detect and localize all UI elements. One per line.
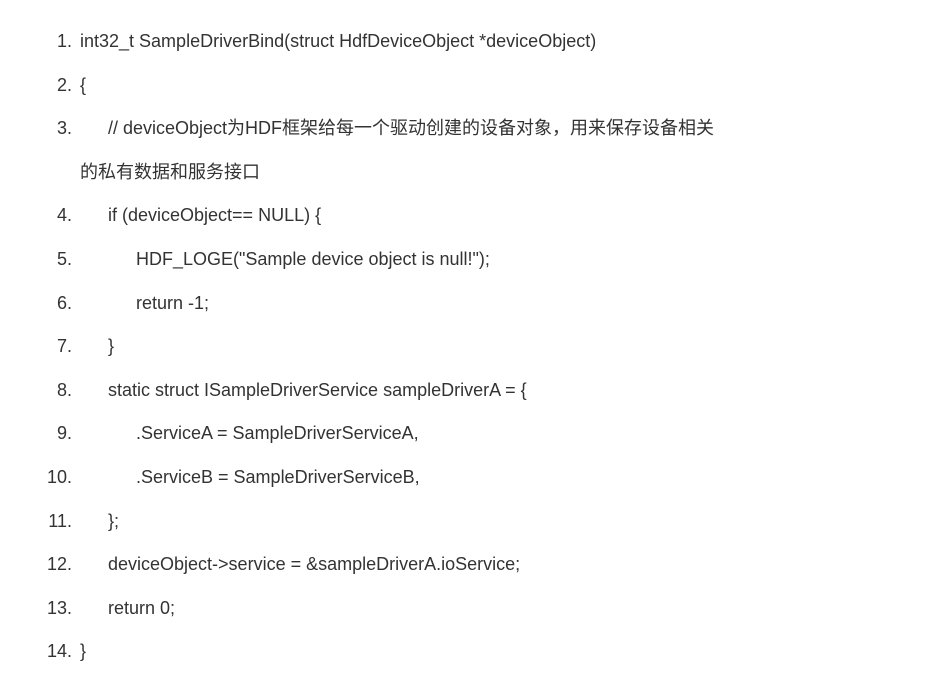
- code-line-7: 7 }: [30, 325, 922, 369]
- code-line-6: 6 return -1;: [30, 282, 922, 326]
- code-line-5: 5 HDF_LOGE("Sample device object is null…: [30, 238, 922, 282]
- line-content: static struct ISampleDriverService sampl…: [80, 371, 922, 411]
- line-number: 5: [30, 240, 72, 280]
- line-number: 2: [30, 66, 72, 106]
- line-number: 13: [30, 589, 72, 629]
- code-line-8: 8 static struct ISampleDriverService sam…: [30, 369, 922, 413]
- line-number: 11: [30, 502, 72, 542]
- line-number: 9: [30, 414, 72, 454]
- line-content: return -1;: [80, 284, 922, 324]
- code-line-1: 1 int32_t SampleDriverBind(struct HdfDev…: [30, 20, 922, 64]
- line-content: if (deviceObject== NULL) {: [80, 196, 922, 236]
- line-number: 10: [30, 458, 72, 498]
- line-number: 12: [30, 545, 72, 585]
- line-content: int32_t SampleDriverBind(struct HdfDevic…: [80, 22, 922, 62]
- line-content: deviceObject->service = &sampleDriverA.i…: [80, 545, 922, 585]
- line-content: {: [80, 66, 922, 106]
- code-line-11: 11 };: [30, 500, 922, 544]
- line-content: HDF_LOGE("Sample device object is null!"…: [80, 240, 922, 280]
- line-content: };: [80, 502, 922, 542]
- line-number: 4: [30, 196, 72, 236]
- line-number: 3: [30, 109, 72, 149]
- code-line-9: 9 .ServiceA = SampleDriverServiceA,: [30, 412, 922, 456]
- code-block: 1 int32_t SampleDriverBind(struct HdfDev…: [30, 20, 922, 674]
- line-content: .ServiceB = SampleDriverServiceB,: [80, 458, 922, 498]
- line-content: }: [80, 632, 922, 672]
- code-line-14: 14 }: [30, 630, 922, 674]
- code-line-12: 12 deviceObject->service = &sampleDriver…: [30, 543, 922, 587]
- line-content: .ServiceA = SampleDriverServiceA,: [80, 414, 922, 454]
- code-line-13: 13 return 0;: [30, 587, 922, 631]
- line-content-wrap: 的私有数据和服务接口: [80, 153, 922, 193]
- line-number: 7: [30, 327, 72, 367]
- code-line-3: 3 // deviceObject为HDF框架给每一个驱动创建的设备对象，用来保…: [30, 107, 922, 151]
- line-content: }: [80, 327, 922, 367]
- code-line-10: 10 .ServiceB = SampleDriverServiceB,: [30, 456, 922, 500]
- line-number: 6: [30, 284, 72, 324]
- line-number: 14: [30, 632, 72, 672]
- line-content: return 0;: [80, 589, 922, 629]
- code-line-2: 2 {: [30, 64, 922, 108]
- line-content: // deviceObject为HDF框架给每一个驱动创建的设备对象，用来保存设…: [80, 109, 922, 149]
- code-line-3-wrap: 的私有数据和服务接口: [30, 151, 922, 195]
- code-line-4: 4 if (deviceObject== NULL) {: [30, 194, 922, 238]
- wrap-spacer: [30, 153, 80, 193]
- line-number: 1: [30, 22, 72, 62]
- line-number: 8: [30, 371, 72, 411]
